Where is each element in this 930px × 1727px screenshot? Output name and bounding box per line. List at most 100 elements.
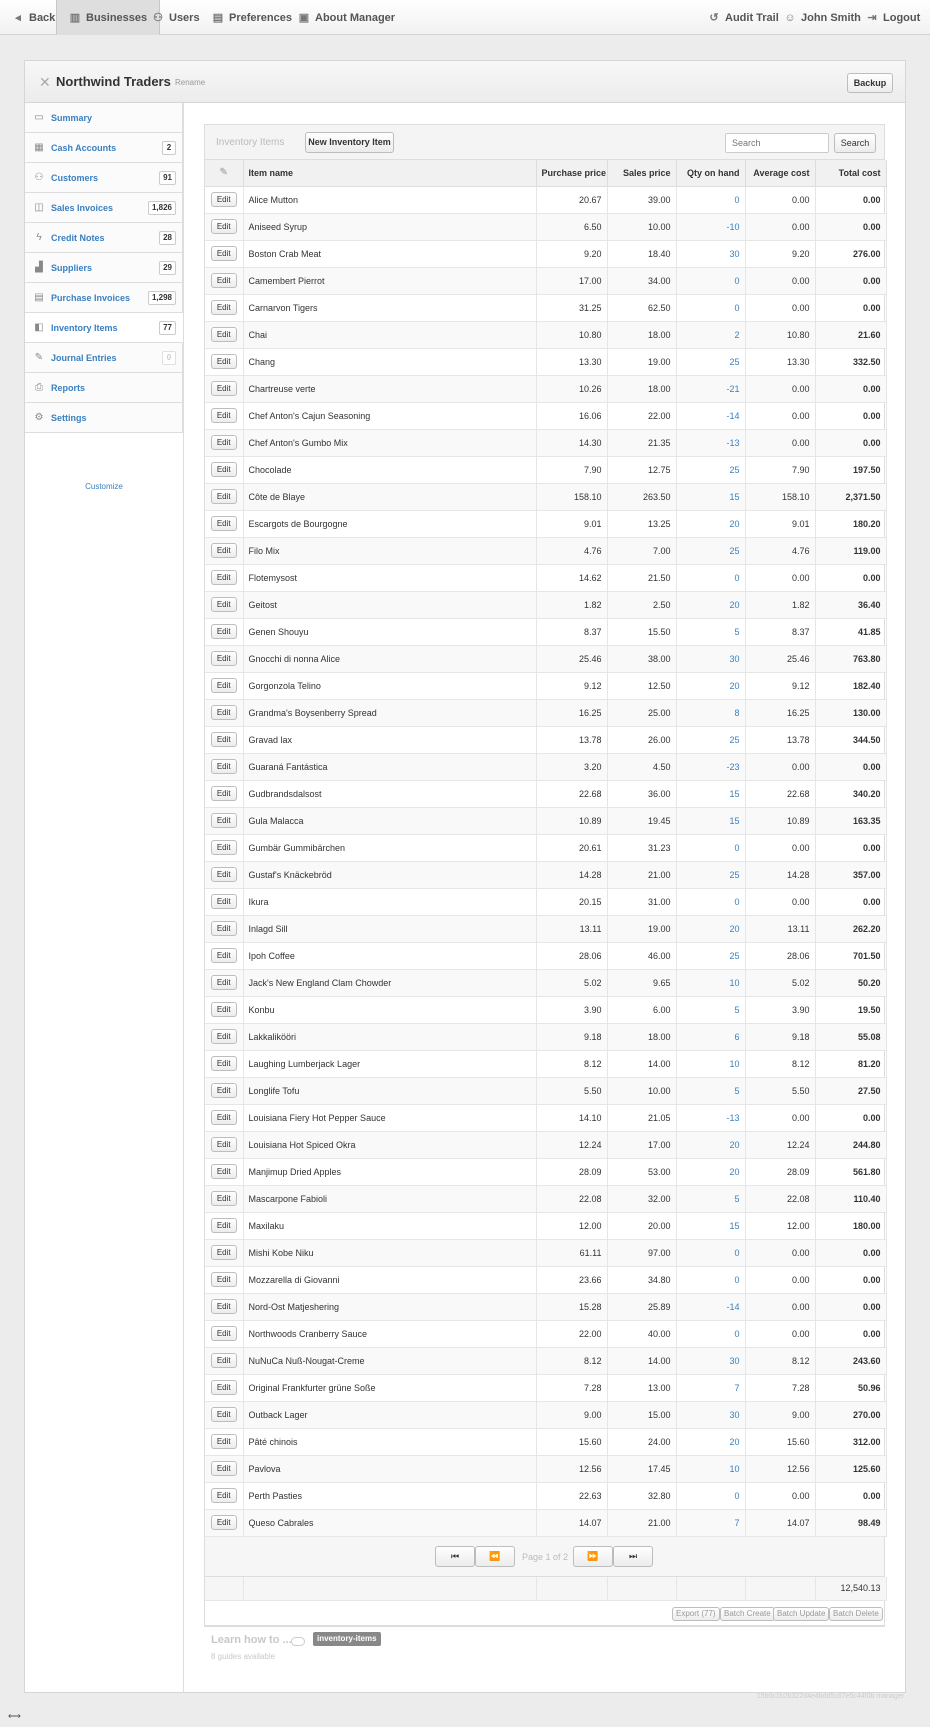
edit-button[interactable]: Edit — [210, 732, 237, 747]
edit-button[interactable]: Edit — [210, 408, 237, 423]
close-business-icon[interactable]: ✕ — [39, 74, 51, 91]
column-header-sales-price[interactable]: Sales price — [607, 160, 677, 187]
qty-on-hand-cell[interactable]: 0 — [676, 1239, 746, 1267]
edit-button[interactable]: Edit — [210, 813, 237, 828]
sidebar-item-inventory-items[interactable]: ◧ Inventory Items 77 — [25, 313, 183, 343]
businesses-tab[interactable]: ▥ Businesses — [56, 0, 161, 35]
qty-on-hand-cell[interactable]: 5 — [676, 1185, 746, 1213]
qty-on-hand-cell[interactable]: -13 — [676, 1104, 746, 1132]
backup-button[interactable]: Backup — [847, 73, 893, 93]
sidebar-item-summary[interactable]: ▭ Summary — [25, 103, 183, 133]
qty-on-hand-cell[interactable]: 10 — [676, 1455, 746, 1483]
search-input[interactable] — [725, 133, 829, 153]
preferences-tab[interactable]: ▤ Preferences — [212, 0, 292, 35]
edit-button[interactable]: Edit — [210, 1029, 237, 1044]
new-inventory-item-button[interactable]: New Inventory Item — [305, 132, 394, 153]
sidebar-item-credit-notes[interactable]: ϟ Credit Notes 28 — [25, 223, 183, 253]
column-header-qty-on-hand[interactable]: Qty on hand — [676, 160, 746, 187]
sidebar-item-suppliers[interactable]: ▟ Suppliers 29 — [25, 253, 183, 283]
edit-button[interactable]: Edit — [210, 570, 237, 585]
guide-tag[interactable]: inventory-items — [313, 1632, 381, 1646]
edit-button[interactable]: Edit — [210, 192, 237, 207]
back-button[interactable]: ◂ Back — [12, 0, 55, 35]
qty-on-hand-cell[interactable]: -21 — [676, 375, 746, 403]
edit-button[interactable]: Edit — [210, 1083, 237, 1098]
edit-button[interactable]: Edit — [210, 1407, 237, 1422]
edit-button[interactable]: Edit — [210, 516, 237, 531]
edit-button[interactable]: Edit — [210, 759, 237, 774]
batch-update-button[interactable]: Batch Update — [773, 1607, 830, 1621]
edit-button[interactable]: Edit — [210, 543, 237, 558]
edit-button[interactable]: Edit — [210, 1110, 237, 1125]
qty-on-hand-cell[interactable]: 30 — [676, 1401, 746, 1429]
logout-button[interactable]: ⇥ Logout — [866, 0, 920, 35]
edit-button[interactable]: Edit — [210, 435, 237, 450]
qty-on-hand-cell[interactable]: 2 — [676, 321, 746, 349]
edit-button[interactable]: Edit — [210, 1137, 237, 1152]
edit-button[interactable]: Edit — [210, 1164, 237, 1179]
edit-button[interactable]: Edit — [210, 327, 237, 342]
edit-button[interactable]: Edit — [210, 273, 237, 288]
edit-button[interactable]: Edit — [210, 678, 237, 693]
qty-on-hand-cell[interactable]: 0 — [676, 888, 746, 916]
edit-button[interactable]: Edit — [210, 381, 237, 396]
column-header-purchase-price[interactable]: Purchase price — [536, 160, 608, 187]
qty-on-hand-cell[interactable]: 30 — [676, 1347, 746, 1375]
column-header-total-cost[interactable]: Total cost — [815, 160, 887, 187]
qty-on-hand-cell[interactable]: 0 — [676, 564, 746, 592]
qty-on-hand-cell[interactable]: 8 — [676, 699, 746, 727]
qty-on-hand-cell[interactable]: -10 — [676, 213, 746, 241]
qty-on-hand-cell[interactable]: 30 — [676, 240, 746, 268]
qty-on-hand-cell[interactable]: 7 — [676, 1374, 746, 1402]
qty-on-hand-cell[interactable]: 0 — [676, 1320, 746, 1348]
sidebar-item-sales-invoices[interactable]: ◫ Sales Invoices 1,826 — [25, 193, 183, 223]
edit-button[interactable]: Edit — [210, 246, 237, 261]
qty-on-hand-cell[interactable]: 20 — [676, 1428, 746, 1456]
edit-button[interactable]: Edit — [210, 948, 237, 963]
sidebar-item-journal-entries[interactable]: ✎ Journal Entries 0 — [25, 343, 183, 373]
qty-on-hand-cell[interactable]: 15 — [676, 780, 746, 808]
qty-on-hand-cell[interactable]: 20 — [676, 1158, 746, 1186]
column-header-average-cost[interactable]: Average cost — [745, 160, 816, 187]
edit-button[interactable]: Edit — [210, 840, 237, 855]
edit-button[interactable]: Edit — [210, 651, 237, 666]
customize-link[interactable]: Customize — [25, 482, 183, 491]
sidebar-item-purchase-invoices[interactable]: ▤ Purchase Invoices 1,298 — [25, 283, 183, 313]
edit-button[interactable]: Edit — [210, 1488, 237, 1503]
qty-on-hand-cell[interactable]: 15 — [676, 1212, 746, 1240]
edit-button[interactable]: Edit — [210, 1326, 237, 1341]
edit-button[interactable]: Edit — [210, 1299, 237, 1314]
sidebar-item-reports[interactable]: ⎙ Reports — [25, 373, 183, 403]
qty-on-hand-cell[interactable]: 0 — [676, 186, 746, 214]
previous-page-button[interactable]: ⏪ — [475, 1545, 515, 1567]
qty-on-hand-cell[interactable]: 25 — [676, 456, 746, 484]
qty-on-hand-cell[interactable]: 6 — [676, 1023, 746, 1051]
sidebar-item-settings[interactable]: ⚙ Settings — [25, 403, 183, 433]
edit-button[interactable]: Edit — [210, 489, 237, 504]
batch-create-button[interactable]: Batch Create — [720, 1607, 775, 1621]
qty-on-hand-cell[interactable]: 25 — [676, 726, 746, 754]
sidebar-item-cash-accounts[interactable]: ▦ Cash Accounts 2 — [25, 133, 183, 163]
edit-button[interactable]: Edit — [210, 1461, 237, 1476]
column-header-item-name[interactable]: Item name — [243, 160, 537, 187]
qty-on-hand-cell[interactable]: 25 — [676, 861, 746, 889]
edit-button[interactable]: Edit — [210, 624, 237, 639]
edit-button[interactable]: Edit — [210, 1002, 237, 1017]
qty-on-hand-cell[interactable]: 0 — [676, 267, 746, 295]
edit-button[interactable]: Edit — [210, 867, 237, 882]
edit-button[interactable]: Edit — [210, 1056, 237, 1071]
qty-on-hand-cell[interactable]: 20 — [676, 1131, 746, 1159]
edit-button[interactable]: Edit — [210, 1218, 237, 1233]
edit-button[interactable]: Edit — [210, 1515, 237, 1530]
edit-button[interactable]: Edit — [210, 300, 237, 315]
sidebar-item-customers[interactable]: ⚇ Customers 91 — [25, 163, 183, 193]
qty-on-hand-cell[interactable]: -13 — [676, 429, 746, 457]
edit-button[interactable]: Edit — [210, 786, 237, 801]
user-menu[interactable]: ☺ John Smith — [784, 0, 861, 35]
qty-on-hand-cell[interactable]: 20 — [676, 915, 746, 943]
edit-button[interactable]: Edit — [210, 1434, 237, 1449]
qty-on-hand-cell[interactable]: 10 — [676, 1050, 746, 1078]
qty-on-hand-cell[interactable]: 5 — [676, 996, 746, 1024]
qty-on-hand-cell[interactable]: 30 — [676, 645, 746, 673]
qty-on-hand-cell[interactable]: 0 — [676, 834, 746, 862]
